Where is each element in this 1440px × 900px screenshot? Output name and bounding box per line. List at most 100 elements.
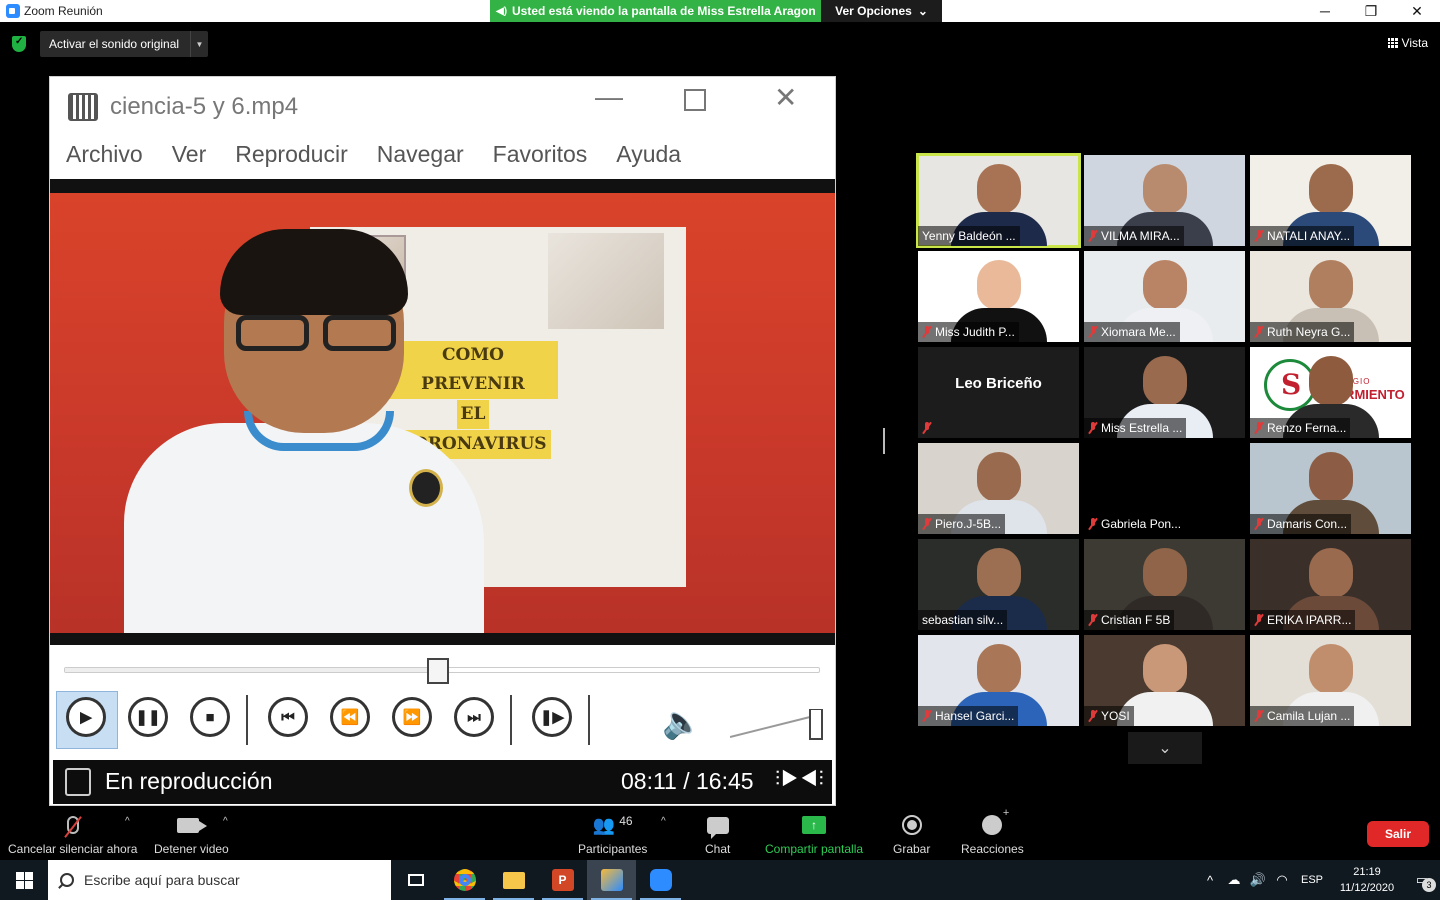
rewind-button[interactable]: ⏪ — [330, 697, 370, 737]
leave-button[interactable]: Salir — [1367, 821, 1429, 847]
volume-tray-icon[interactable]: 🔊 — [1246, 872, 1270, 888]
muted-mic-icon — [922, 326, 932, 338]
participant-tile[interactable]: ERIKA IPARR... — [1250, 539, 1411, 630]
participant-tile[interactable]: Yenny Baldeón ... — [916, 153, 1081, 248]
menu-archivo: Archivo — [66, 141, 143, 167]
media-taskbar-app[interactable] — [587, 860, 636, 900]
participant-tile[interactable]: Gabriela Pon... — [1084, 443, 1245, 534]
player-file-name: ciencia-5 y 6.mp4 — [110, 93, 299, 120]
participant-tile[interactable]: NATALI ANAY... — [1250, 155, 1411, 246]
task-view-button[interactable] — [391, 860, 440, 900]
participant-name: Hansel Garci... — [935, 709, 1015, 723]
share-screen-button[interactable]: ↑ Compartir pantalla — [765, 812, 863, 856]
menu-ver: Ver — [171, 141, 207, 167]
view-button[interactable]: Vista — [1387, 36, 1428, 50]
taskbar-search[interactable]: Escribe aquí para buscar — [48, 860, 391, 900]
seek-bar[interactable] — [64, 658, 820, 684]
powerpoint-taskbar-app[interactable]: P — [538, 860, 587, 900]
fast-forward-button[interactable]: ⏩ — [392, 697, 432, 737]
clock[interactable]: 21:19 11/12/2020 — [1330, 864, 1404, 896]
wifi-icon[interactable]: ◠ — [1270, 872, 1294, 888]
view-options-button[interactable]: Ver Opciones ⌄ — [821, 0, 942, 22]
search-placeholder: Escribe aquí para buscar — [84, 872, 240, 888]
participant-name-tag — [918, 418, 936, 438]
shield-icon[interactable] — [12, 36, 26, 52]
stop-button[interactable]: ■ — [190, 697, 230, 737]
chat-button[interactable]: Chat — [705, 812, 730, 856]
participant-tile[interactable]: Ruth Neyra G... — [1250, 251, 1411, 342]
zoom-taskbar-app[interactable] — [636, 860, 685, 900]
pause-button[interactable]: ❚❚ — [128, 697, 168, 737]
participant-name-tag: Cristian F 5B — [1084, 610, 1175, 630]
original-sound-button[interactable]: Activar el sonido original ▼ — [40, 31, 208, 57]
participant-tile[interactable]: Xiomara Me... — [1084, 251, 1245, 342]
mute-button[interactable]: Cancelar silenciar ahora — [8, 812, 137, 856]
close-button[interactable]: ✕ — [1394, 0, 1440, 22]
participant-tile[interactable]: Miss Judith P... — [918, 251, 1079, 342]
previous-button[interactable]: ⏮ — [268, 697, 308, 737]
splitter-handle[interactable] — [883, 428, 885, 454]
seek-thumb[interactable] — [427, 658, 449, 684]
muted-mic-icon — [1088, 614, 1098, 626]
participant-tile[interactable]: Miss Estrella ... — [1084, 347, 1245, 438]
folder-icon — [502, 871, 525, 889]
play-button[interactable]: ▶ — [66, 697, 106, 737]
muted-mic-icon — [1088, 326, 1098, 338]
participant-name-tag: Miss Estrella ... — [1084, 418, 1187, 438]
participant-name: Camila Lujan ... — [1267, 709, 1351, 723]
player-controls: ▶ ❚❚ ■ ⏮ ⏪ ⏩ ⏭ ❚▶ 🔈 — [50, 687, 835, 753]
participant-tile[interactable]: Damaris Con... — [1250, 443, 1411, 534]
original-sound-label: Activar el sonido original — [49, 37, 180, 51]
tray-chevron-up-icon[interactable]: ^ — [1198, 873, 1222, 888]
volume-icon[interactable]: 🔈 — [662, 703, 702, 741]
audio-options-caret[interactable]: ^ — [125, 816, 130, 827]
participant-tile[interactable]: COLEGIOSARMIENTORenzo Ferna... — [1250, 347, 1411, 438]
mute-label: Cancelar silenciar ahora — [8, 842, 138, 856]
maximize-button[interactable]: ❐ — [1348, 0, 1394, 22]
file-explorer-taskbar-app[interactable] — [489, 860, 538, 900]
menu-favoritos: Favoritos — [492, 141, 588, 167]
stop-video-button[interactable]: Detener video — [154, 812, 229, 856]
stop-video-label: Detener video — [154, 842, 229, 856]
start-button[interactable] — [0, 860, 48, 900]
language-indicator[interactable]: ESP — [1294, 874, 1330, 886]
window-title: Zoom Reunión — [24, 4, 103, 18]
system-tray: ^ ☁ 🔊 ◠ ESP 21:19 11/12/2020 ▭ 3 — [1198, 860, 1440, 900]
video-options-caret[interactable]: ^ — [223, 816, 228, 827]
speaker-icon: ◀) — [496, 6, 508, 17]
participant-tile[interactable]: sebastian silv... — [918, 539, 1079, 630]
participant-tile[interactable]: Leo Briceño — [918, 347, 1079, 438]
muted-mic-icon — [922, 422, 932, 434]
participant-tile[interactable]: Hansel Garci... — [918, 635, 1079, 726]
participant-name-tag: Hansel Garci... — [918, 706, 1019, 726]
participant-tile[interactable]: Camila Lujan ... — [1250, 635, 1411, 726]
participant-tile[interactable]: Piero.J-5B... — [918, 443, 1079, 534]
next-button[interactable]: ⏭ — [454, 697, 494, 737]
reactions-button[interactable]: Reacciones — [961, 807, 1024, 856]
participant-tile[interactable]: YOSI — [1084, 635, 1245, 726]
tray-app-icon[interactable]: ☁ — [1222, 872, 1246, 888]
participant-name: Yenny Baldeón ... — [922, 229, 1016, 243]
frame-step-button[interactable]: ❚▶ — [532, 697, 572, 737]
participant-tile[interactable]: VILMA MIRA... — [1084, 155, 1245, 246]
menu-reproducir: Reproducir — [235, 141, 348, 167]
volume-slider[interactable] — [730, 709, 826, 741]
video-frame: COMO PREVENIR EL CORONAVIRUS — [50, 179, 835, 645]
notifications-button[interactable]: ▭ 3 — [1404, 872, 1440, 892]
gallery-next-page-button[interactable]: ⌄ — [1128, 732, 1202, 764]
participants-button[interactable]: 👥 46 Participantes — [578, 812, 647, 856]
chrome-taskbar-app[interactable] — [440, 860, 489, 900]
record-button[interactable]: Grabar — [893, 812, 930, 856]
participant-name-tag: Piero.J-5B... — [918, 514, 1006, 534]
menu-ayuda: Ayuda — [616, 141, 682, 167]
muted-mic-icon — [1254, 518, 1264, 530]
caret-down-icon[interactable]: ▼ — [190, 31, 208, 57]
view-label: Vista — [1401, 36, 1428, 50]
view-options-label: Ver Opciones — [835, 4, 912, 18]
muted-mic-icon — [1254, 614, 1264, 626]
participant-tile[interactable]: Cristian F 5B — [1084, 539, 1245, 630]
muted-mic-icon — [922, 518, 932, 530]
player-status-bar: En reproducción 08:11 / 16:45 ⫶▶◀⫶ — [53, 760, 832, 804]
participants-options-caret[interactable]: ^ — [661, 816, 666, 827]
minimize-button[interactable]: ─ — [1302, 0, 1348, 22]
